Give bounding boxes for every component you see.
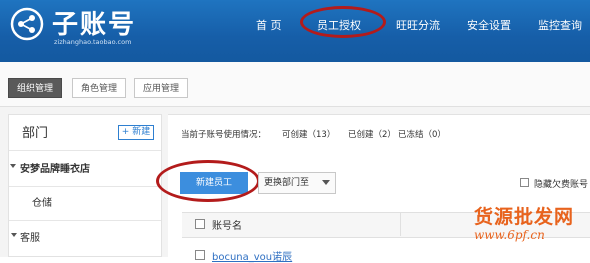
select-all-checkbox[interactable] — [195, 219, 205, 229]
tree-collapse-icon — [10, 164, 16, 168]
tree-item-label: 客服 — [20, 233, 40, 244]
share-network-icon — [10, 7, 44, 41]
usage-label: 当前子账号使用情况： — [181, 130, 267, 140]
watermark-title: 货源批发网 — [474, 206, 575, 228]
tree-item-label: 安梦品牌睡衣店 — [20, 164, 90, 175]
tab-role-management[interactable]: 角色管理 — [72, 78, 127, 98]
watermark-url: www.6pf.cn — [474, 228, 545, 242]
new-department-button[interactable]: + 新建 — [118, 125, 154, 140]
hide-arrears-checkbox[interactable] — [520, 178, 529, 187]
chevron-down-icon — [322, 180, 330, 185]
tree-item-customer-service[interactable]: 客服 — [11, 229, 40, 244]
nav-home[interactable]: 首 页 — [256, 17, 282, 33]
column-divider — [400, 212, 401, 236]
app-subtitle: zizhanghao.taobao.com — [54, 38, 132, 46]
nav-security-settings[interactable]: 安全设置 — [467, 17, 511, 33]
usage-frozen: 已冻结（0） — [398, 130, 446, 140]
tab-org-management[interactable]: 组织管理 — [8, 78, 63, 98]
annotation-circle-nav — [300, 6, 386, 38]
tab-app-management[interactable]: 应用管理 — [134, 78, 189, 98]
department-title: 部门 — [22, 126, 49, 141]
app-title: 子账号 — [52, 10, 137, 40]
nav-monitor-query[interactable]: 监控查询 — [538, 17, 582, 33]
column-header-account: 账号名 — [212, 221, 242, 232]
row-checkbox[interactable] — [195, 250, 205, 260]
usage-creatable: 可创建（13） — [282, 130, 336, 140]
divider — [9, 220, 161, 221]
account-link[interactable]: bocuna_vou诺辰 — [212, 248, 292, 263]
tree-item-warehouse[interactable]: 仓储 — [32, 194, 52, 209]
divider — [9, 150, 161, 151]
usage-created: 已创建（2） — [348, 130, 396, 140]
tree-item-root[interactable]: 安梦品牌睡衣店 — [10, 160, 90, 175]
nav-wangwang-routing[interactable]: 旺旺分流 — [396, 17, 440, 33]
annotation-circle-button — [156, 160, 260, 202]
tree-expand-icon — [11, 233, 17, 237]
divider — [9, 186, 161, 187]
hide-arrears-label: 隐藏欠费账号 — [534, 180, 589, 190]
